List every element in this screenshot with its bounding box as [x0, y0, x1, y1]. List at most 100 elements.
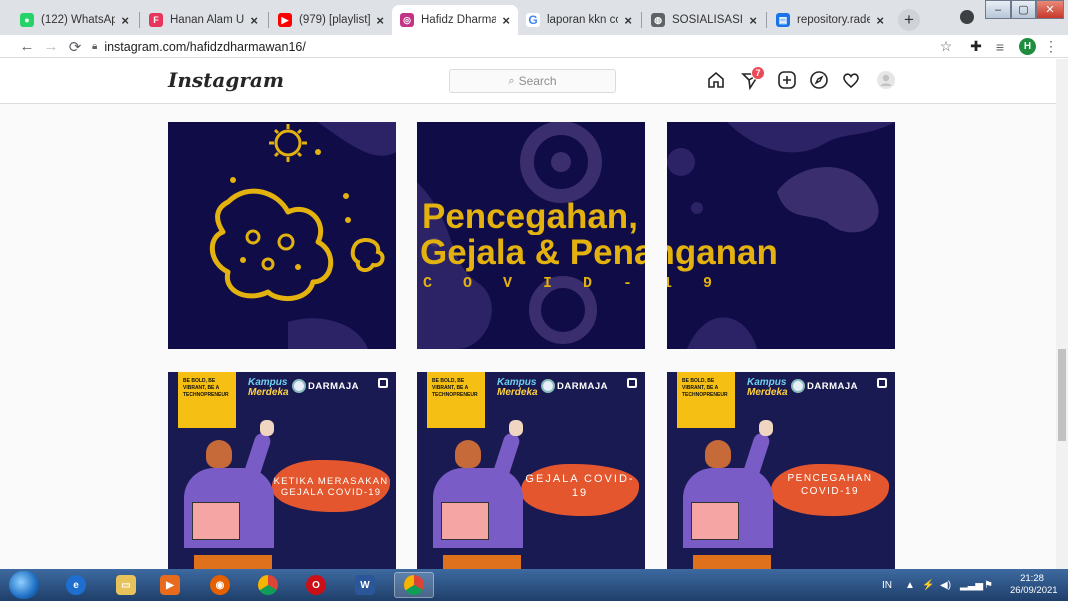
- opera-icon[interactable]: O: [296, 572, 336, 598]
- tab-hanan[interactable]: F Hanan Alam Utam ×: [141, 5, 266, 35]
- page-scrollbar[interactable]: [1056, 59, 1068, 569]
- browser-tab-strip: ● (122) WhatsApp × F Hanan Alam Utam × ▶…: [0, 0, 1068, 35]
- poster-tagline: BE BOLD, BE VIBRANT, BE A TECHNOPRENEUR: [427, 372, 485, 428]
- network-icon[interactable]: ⚡: [922, 569, 934, 601]
- avatar[interactable]: H: [1019, 38, 1036, 55]
- tab-google[interactable]: G laporan kkn covid ×: [518, 5, 640, 35]
- profile-menu-icon[interactable]: [960, 10, 974, 24]
- chrome-icon[interactable]: [248, 572, 288, 598]
- university-seal-icon: [292, 379, 306, 393]
- profile-avatar-icon[interactable]: [875, 69, 897, 91]
- poster-caption: KETIKA MERASAKAN GEJALA COVID-19: [273, 476, 389, 498]
- poster-tagline: BE BOLD, BE VIBRANT, BE A TECHNOPRENEUR: [677, 372, 735, 428]
- poster-caption: PENCEGAHAN COVID-19: [787, 473, 873, 497]
- window-close-button[interactable]: ✕: [1036, 0, 1064, 19]
- covid-title-line2: Gejala & Penanganan: [420, 233, 778, 272]
- new-tab-button[interactable]: +: [898, 9, 920, 31]
- extensions-icon[interactable]: ✚: [968, 37, 984, 56]
- page-viewport: Instagram ⌕ Search 7 Pencegahan, Gejala …: [0, 59, 1056, 569]
- media-player-icon[interactable]: ▶: [150, 572, 190, 598]
- chrome-running-icon[interactable]: [394, 572, 434, 598]
- tab-youtube[interactable]: ▶ (979) [playlist] i an ×: [270, 5, 392, 35]
- tab-label: repository.radenin: [797, 14, 871, 26]
- address-bar[interactable]: 🔒︎ instagram.com/hafidzdharmawan16/: [92, 36, 932, 57]
- minimize-button[interactable]: ‒: [985, 0, 1011, 19]
- org-name: DARMAJA: [308, 381, 359, 392]
- volume-icon[interactable]: ◀): [940, 569, 951, 601]
- tab-repository[interactable]: ▤ repository.radenin ×: [768, 5, 892, 35]
- person-legs: [443, 555, 521, 569]
- reload-icon[interactable]: ⟳: [66, 35, 84, 58]
- explore-compass-icon[interactable]: [808, 69, 830, 91]
- reading-list-icon[interactable]: ≡: [992, 37, 1008, 56]
- close-icon[interactable]: ×: [624, 13, 632, 28]
- covid-subtitle: C O V I D - 1 9: [423, 275, 714, 292]
- raised-fist: [759, 420, 773, 436]
- protest-sign: [691, 502, 739, 540]
- tab-label: SOSIALISASI-DAN: [672, 14, 743, 26]
- kampus-merdeka-logo: Kampus Merdeka: [248, 377, 289, 398]
- tab-whatsapp[interactable]: ● (122) WhatsApp ×: [12, 5, 137, 35]
- firefox-icon[interactable]: ◉: [200, 572, 240, 598]
- close-icon[interactable]: ×: [121, 13, 129, 28]
- browser-toolbar: ← → ⟳ 🔒︎ instagram.com/hafidzdharmawan16…: [0, 35, 1068, 58]
- word-icon[interactable]: W: [345, 572, 385, 598]
- tab-sosialisasi[interactable]: ◍ SOSIALISASI-DAN ×: [643, 5, 765, 35]
- home-icon[interactable]: [705, 69, 727, 91]
- person-legs: [194, 555, 272, 569]
- windows-taskbar: e ▭ ▶ ◉ O W IN ▲ ⚡ ◀) ▂▃▅ ⚑ 21:28 26/09/…: [0, 569, 1068, 601]
- notification-badge: 7: [751, 66, 765, 80]
- kampus-merdeka-logo: Kampus Merdeka: [747, 377, 788, 398]
- person-head: [206, 440, 232, 468]
- person-head: [455, 440, 481, 468]
- file-explorer-icon[interactable]: ▭: [106, 572, 146, 598]
- carousel-icon: [877, 378, 887, 388]
- covid-title-line1: Pencegahan,: [422, 197, 638, 236]
- search-input[interactable]: ⌕ Search: [449, 69, 616, 93]
- clock-date: 26/09/2021: [1010, 585, 1058, 596]
- language-indicator[interactable]: IN: [882, 569, 892, 601]
- internet-explorer-icon[interactable]: e: [56, 572, 96, 598]
- kebab-menu-icon[interactable]: ⋮: [1044, 37, 1058, 56]
- url-text: instagram.com/hafidzdharmawan16/: [104, 39, 306, 54]
- close-icon[interactable]: ×: [502, 13, 510, 28]
- instagram-logo[interactable]: Instagram: [168, 68, 284, 92]
- kampus-merdeka-logo: Kampus Merdeka: [497, 377, 538, 398]
- university-seal-icon: [791, 379, 805, 393]
- bookmark-star-icon[interactable]: ☆: [938, 37, 954, 56]
- post-thumbnail-poster-2[interactable]: BE BOLD, BE VIBRANT, BE A TECHNOPRENEUR …: [417, 372, 645, 569]
- raised-fist: [509, 420, 523, 436]
- maximize-button[interactable]: ▢: [1011, 0, 1036, 19]
- person-head: [705, 440, 731, 468]
- close-icon[interactable]: ×: [749, 13, 757, 28]
- protest-sign: [441, 502, 489, 540]
- person-legs: [693, 555, 771, 569]
- close-icon[interactable]: ×: [376, 13, 384, 28]
- tab-instagram[interactable]: ◎ Hafidz Dharmawa ×: [392, 5, 518, 35]
- back-arrow-icon[interactable]: ←: [18, 35, 36, 58]
- globe-icon: ◍: [651, 13, 665, 27]
- signal-bars-icon[interactable]: ▂▃▅: [960, 569, 983, 601]
- grid-gap: [645, 122, 667, 349]
- carousel-icon: [378, 378, 388, 388]
- post-thumbnail-poster-1[interactable]: BE BOLD, BE VIBRANT, BE A TECHNOPRENEUR …: [168, 372, 396, 569]
- tab-label: laporan kkn covid: [547, 14, 618, 26]
- activity-heart-icon[interactable]: [840, 69, 862, 91]
- google-icon: G: [526, 13, 540, 27]
- close-icon[interactable]: ×: [250, 13, 258, 28]
- start-button[interactable]: [9, 571, 39, 599]
- post-thumbnail-covid-1[interactable]: [168, 122, 396, 349]
- search-icon: ⌕: [508, 74, 515, 87]
- new-post-icon[interactable]: [776, 69, 798, 91]
- close-icon[interactable]: ×: [876, 13, 884, 28]
- scrollbar-thumb[interactable]: [1058, 349, 1066, 441]
- tray-expand-icon[interactable]: ▲: [905, 569, 915, 601]
- system-clock[interactable]: 21:28 26/09/2021: [1010, 573, 1058, 597]
- action-center-icon[interactable]: ⚑: [984, 569, 993, 601]
- tab-label: (122) WhatsApp: [41, 14, 116, 26]
- org-name: DARMAJA: [557, 381, 608, 392]
- university-seal-icon: [541, 379, 555, 393]
- forward-arrow-icon[interactable]: →: [42, 35, 60, 58]
- clock-time: 21:28: [1020, 573, 1044, 584]
- post-thumbnail-poster-3[interactable]: BE BOLD, BE VIBRANT, BE A TECHNOPRENEUR …: [667, 372, 895, 569]
